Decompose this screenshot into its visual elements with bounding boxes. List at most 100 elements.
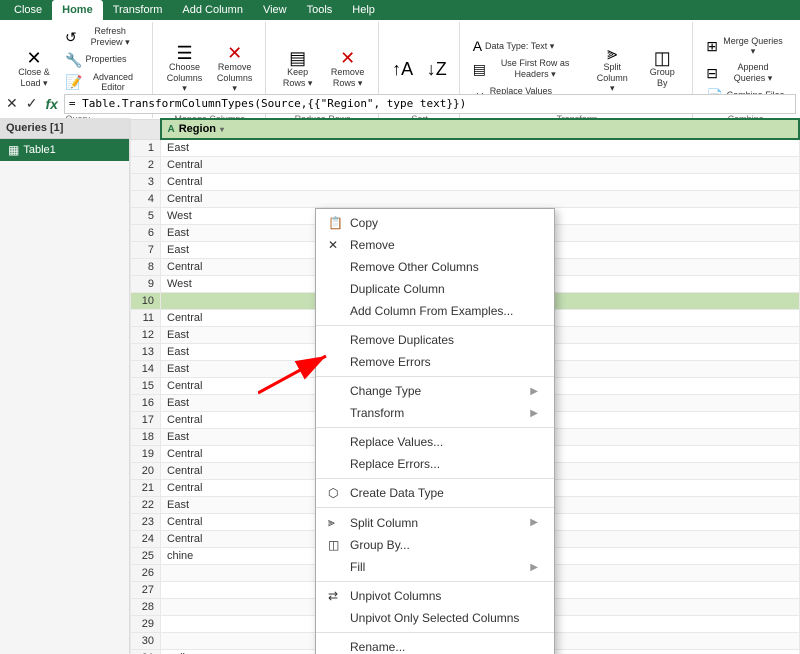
tab-close[interactable]: Close bbox=[4, 0, 52, 20]
close-load-button[interactable]: ✕ Close &Load ▾ bbox=[10, 46, 58, 92]
properties-icon: 🔧 bbox=[65, 53, 82, 67]
data-grid-container[interactable]: A Region ▾ 1East2Central3Central4Central… bbox=[130, 118, 800, 654]
menu-icon-copy: 📋 bbox=[328, 216, 346, 230]
choose-columns-button[interactable]: ☰ ChooseColumns ▾ bbox=[161, 41, 209, 97]
menu-item-replace-errors[interactable]: Replace Errors... bbox=[316, 453, 554, 475]
tab-transform[interactable]: Transform bbox=[103, 0, 173, 20]
choose-columns-icon: ☰ bbox=[176, 44, 192, 62]
advanced-editor-icon: 📝 bbox=[65, 75, 82, 89]
row-num-cell: 3 bbox=[131, 174, 161, 191]
menu-label-remove-errors: Remove Errors bbox=[350, 355, 431, 369]
split-column-button[interactable]: ⫸ SplitColumn ▾ bbox=[588, 41, 636, 97]
row-num-cell: 29 bbox=[131, 616, 161, 633]
formula-input[interactable] bbox=[64, 94, 796, 114]
data-type-icon: A bbox=[473, 39, 482, 53]
menu-item-copy[interactable]: 📋Copy bbox=[316, 212, 554, 234]
append-queries-icon: ⊟ bbox=[706, 66, 718, 80]
append-queries-button[interactable]: ⊟ Append Queries ▾ bbox=[701, 60, 790, 86]
row-num-cell: 19 bbox=[131, 446, 161, 463]
row-num-cell: 23 bbox=[131, 514, 161, 531]
menu-item-unpivot-columns[interactable]: ⇄Unpivot Columns bbox=[316, 585, 554, 607]
keep-rows-label: KeepRows ▾ bbox=[283, 67, 313, 89]
sort-asc-button[interactable]: ↑A bbox=[387, 57, 419, 81]
menu-icon-split-column: ⫸ bbox=[328, 515, 346, 530]
refresh-preview-button[interactable]: ↺ Refresh Preview ▾ bbox=[60, 24, 146, 50]
menu-submenu-arrow-change-type: ▶ bbox=[530, 386, 538, 397]
menu-item-fill[interactable]: Fill▶ bbox=[316, 556, 554, 578]
accept-icon[interactable]: ✓ bbox=[24, 93, 40, 114]
menu-label-change-type: Change Type bbox=[350, 384, 421, 398]
merge-queries-button[interactable]: ⊞ Merge Queries ▾ bbox=[701, 34, 790, 60]
menu-item-transform[interactable]: Transform ▶ bbox=[316, 402, 554, 424]
menu-item-create-data-type[interactable]: ⬡Create Data Type bbox=[316, 482, 554, 504]
tab-home[interactable]: Home bbox=[52, 0, 103, 20]
keep-rows-icon: ▤ bbox=[289, 49, 306, 67]
query-item-table1[interactable]: ▦ Table1 bbox=[0, 139, 129, 161]
menu-item-group-by[interactable]: ◫Group By... bbox=[316, 534, 554, 556]
ribbon-content: ✕ Close &Load ▾ ↺ Refresh Preview ▾ 🔧 Pr… bbox=[0, 20, 800, 131]
menu-icon-unpivot-columns: ⇄ bbox=[328, 589, 346, 603]
table-row[interactable]: 2Central bbox=[131, 157, 800, 174]
table-row[interactable]: 4Central bbox=[131, 191, 800, 208]
keep-rows-button[interactable]: ▤ KeepRows ▾ bbox=[274, 46, 322, 92]
table-row[interactable]: 1East bbox=[131, 139, 800, 157]
row-num-cell: 8 bbox=[131, 259, 161, 276]
group-by-button[interactable]: ◫ GroupBy bbox=[638, 46, 686, 92]
region-header[interactable]: A Region ▾ bbox=[161, 119, 800, 139]
properties-button[interactable]: 🔧 Properties bbox=[60, 51, 146, 69]
refresh-icon: ↺ bbox=[65, 30, 77, 44]
remove-columns-icon: ✕ bbox=[227, 44, 242, 62]
menu-item-remove-errors[interactable]: Remove Errors bbox=[316, 351, 554, 373]
menu-submenu-arrow-split-column: ▶ bbox=[530, 517, 538, 528]
sort-desc-button[interactable]: ↓Z bbox=[421, 57, 453, 81]
use-first-row-button[interactable]: ▤ Use First Row as Headers ▾ bbox=[468, 56, 587, 82]
menu-item-remove-duplicates[interactable]: Remove Duplicates bbox=[316, 329, 554, 351]
close-load-label: Close &Load ▾ bbox=[18, 67, 50, 89]
sort-asc-icon: ↑A bbox=[392, 60, 413, 78]
row-num-cell: 26 bbox=[131, 565, 161, 582]
advanced-editor-button[interactable]: 📝 Advanced Editor bbox=[60, 70, 146, 96]
split-column-label: SplitColumn ▾ bbox=[593, 62, 631, 94]
menu-item-remove[interactable]: ✕Remove bbox=[316, 234, 554, 256]
menu-item-change-type[interactable]: Change Type ▶ bbox=[316, 380, 554, 402]
tab-help[interactable]: Help bbox=[342, 0, 385, 20]
menu-label-fill: Fill bbox=[350, 560, 365, 574]
menu-label-transform: Transform bbox=[350, 406, 404, 420]
menu-separator bbox=[316, 325, 554, 326]
menu-submenu-arrow-transform: ▶ bbox=[530, 408, 538, 419]
menu-label-group-by: Group By... bbox=[350, 538, 410, 552]
menu-item-replace-values[interactable]: Replace Values... bbox=[316, 431, 554, 453]
main-area: Queries [1] ▦ Table1 A Region ▾ bbox=[0, 118, 800, 654]
tab-add-column[interactable]: Add Column bbox=[172, 0, 253, 20]
queries-panel: Queries [1] ▦ Table1 bbox=[0, 118, 130, 654]
row-num-header bbox=[131, 119, 161, 139]
data-type-button[interactable]: A Data Type: Text ▾ bbox=[468, 37, 587, 55]
row-num-cell: 7 bbox=[131, 242, 161, 259]
remove-columns-button[interactable]: ✕ RemoveColumns ▾ bbox=[211, 41, 259, 97]
row-num-cell: 27 bbox=[131, 582, 161, 599]
tab-view[interactable]: View bbox=[253, 0, 297, 20]
use-first-row-icon: ▤ bbox=[473, 62, 486, 76]
menu-item-remove-other-columns[interactable]: Remove Other Columns bbox=[316, 256, 554, 278]
tab-tools[interactable]: Tools bbox=[297, 0, 343, 20]
menu-label-remove-other-columns: Remove Other Columns bbox=[350, 260, 479, 274]
query-label: Table1 bbox=[23, 144, 55, 156]
menu-item-duplicate-column[interactable]: Duplicate Column bbox=[316, 278, 554, 300]
menu-item-add-column-from-examples[interactable]: Add Column From Examples... bbox=[316, 300, 554, 322]
menu-item-rename[interactable]: Rename... bbox=[316, 636, 554, 654]
remove-rows-button[interactable]: ✕ RemoveRows ▾ bbox=[324, 46, 372, 92]
queries-header: Queries [1] bbox=[0, 118, 129, 139]
menu-icon-create-data-type: ⬡ bbox=[328, 486, 346, 500]
remove-rows-label: RemoveRows ▾ bbox=[331, 67, 365, 89]
table-row[interactable]: 3Central bbox=[131, 174, 800, 191]
reject-icon[interactable]: ✕ bbox=[4, 93, 20, 114]
row-num-cell: 13 bbox=[131, 344, 161, 361]
menu-item-unpivot-only-selected[interactable]: Unpivot Only Selected Columns bbox=[316, 607, 554, 629]
fx-icon: fx bbox=[43, 94, 59, 114]
menu-icon-remove: ✕ bbox=[328, 238, 346, 252]
row-num-cell: 30 bbox=[131, 633, 161, 650]
row-num-cell: 10 bbox=[131, 293, 161, 310]
col-dropdown-icon[interactable]: ▾ bbox=[220, 125, 224, 134]
menu-separator bbox=[316, 632, 554, 633]
menu-item-split-column[interactable]: ⫸Split Column▶ bbox=[316, 511, 554, 534]
